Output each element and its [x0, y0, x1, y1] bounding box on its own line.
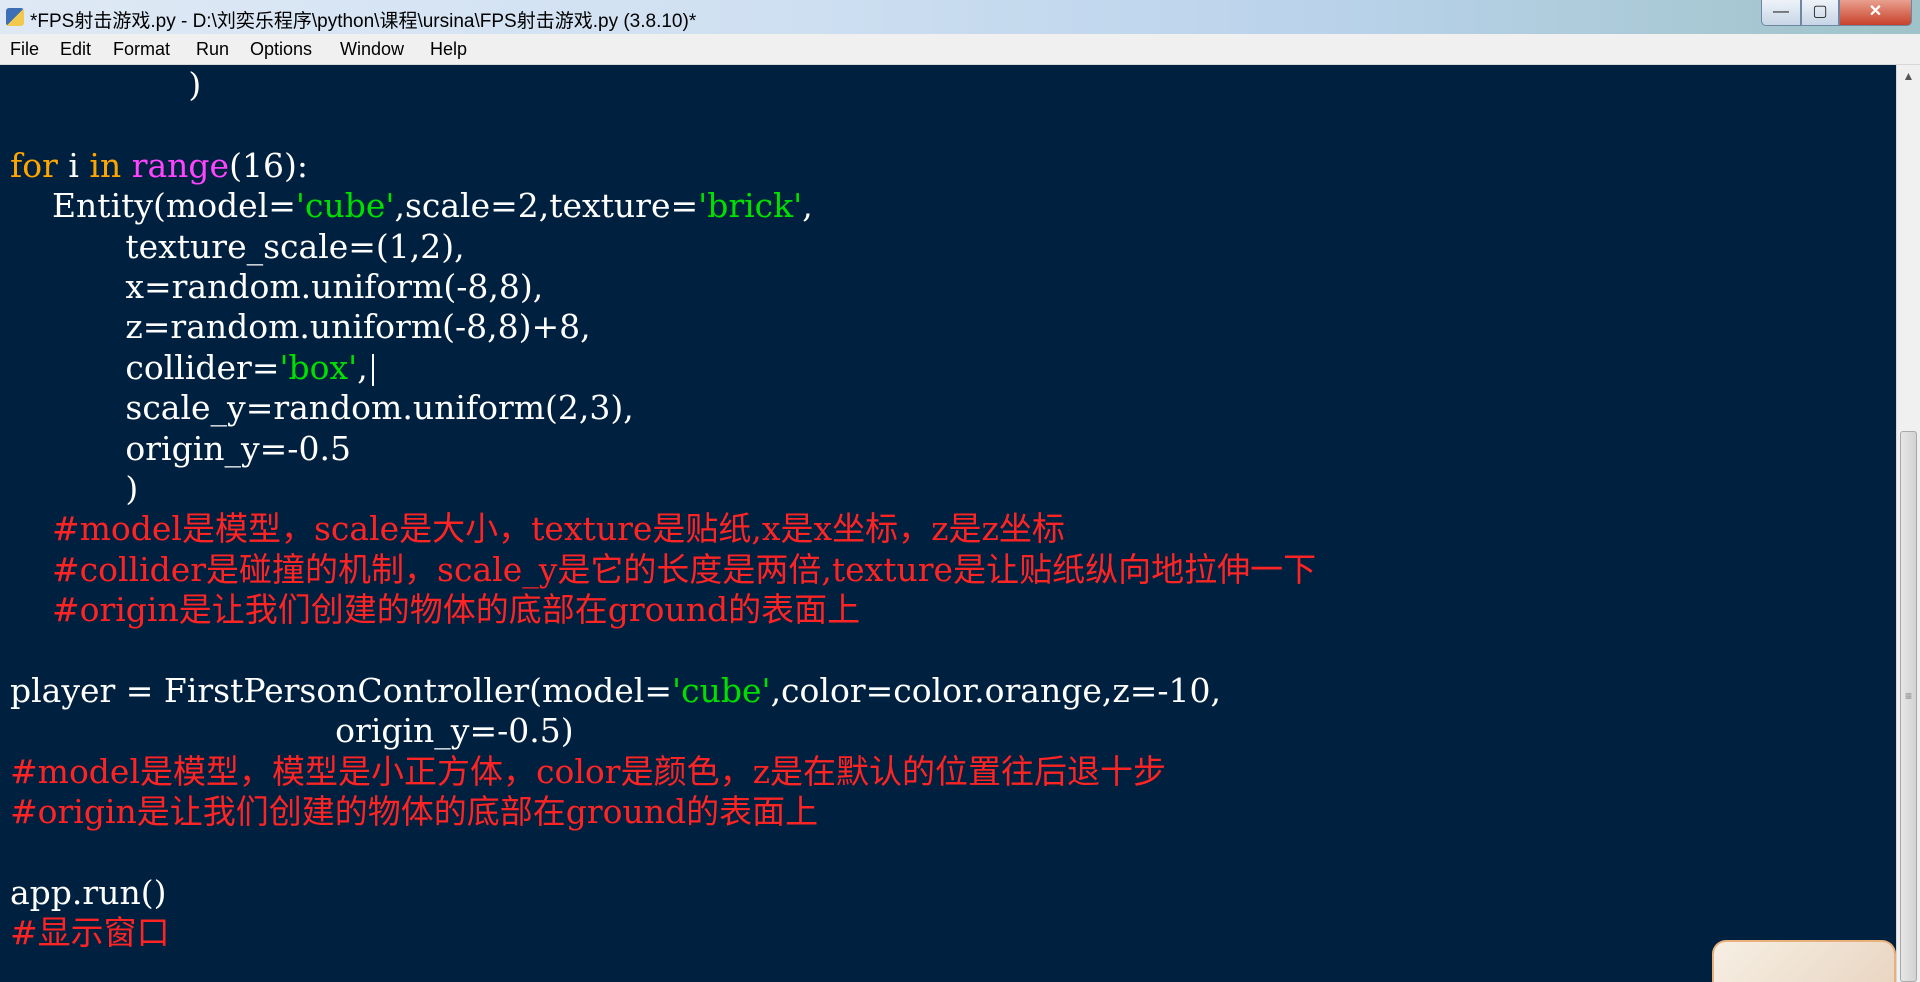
window-title: *FPS射击游戏.py - D:\刘奕乐程序\python\课程\ursina\…: [30, 11, 697, 32]
title-bar: *FPS射击游戏.py - D:\刘奕乐程序\python\课程\ursina\…: [0, 0, 1920, 35]
text-cursor: [371, 353, 374, 386]
code-token: origin_y=-0.5): [10, 711, 574, 751]
floating-widget[interactable]: [1712, 940, 1896, 982]
code-line[interactable]: Entity(model='cube',scale=2,texture='bri…: [10, 186, 813, 226]
python-idle-icon: [6, 8, 24, 26]
code-token: range: [131, 145, 230, 185]
code-line[interactable]: texture_scale=(1,2),: [10, 226, 465, 267]
code-token: x=random.uniform(-8,8),: [10, 267, 544, 306]
code-token: ,scale=2,texture=: [394, 186, 699, 226]
code-token: #collider是碰撞的机制，scale_y是它的长度是两倍,texture是…: [10, 549, 1317, 589]
code-token: for: [10, 145, 58, 185]
code-line[interactable]: for i in range(16):: [10, 146, 308, 186]
code-token: player = FirstPersonController(model=: [10, 671, 673, 710]
menu-bar: File Edit Format Run Options Window Help: [0, 34, 1920, 65]
code-token: ,: [357, 347, 368, 387]
code-token: #model是模型，scale是大小，texture是贴纸,x是x坐标，z是z坐…: [10, 509, 1065, 549]
minimize-button[interactable]: —: [1761, 0, 1801, 26]
menu-run[interactable]: Run: [196, 37, 229, 62]
menu-format[interactable]: Format: [113, 37, 170, 62]
code-line[interactable]: ): [10, 65, 201, 105]
code-token: #origin是让我们创建的物体的底部在ground的表面上: [10, 590, 861, 630]
menu-edit[interactable]: Edit: [60, 37, 91, 62]
code-token: texture_scale=(1,2),: [10, 226, 465, 266]
maximize-button[interactable]: ▢: [1801, 0, 1839, 26]
code-token: #显示窗口: [10, 913, 170, 953]
code-line[interactable]: #model是模型，模型是小正方体，color是颜色，z是在默认的位置往后退十步: [10, 752, 1166, 792]
code-token: #origin是让我们创建的物体的底部在ground的表面上: [10, 792, 819, 832]
code-line[interactable]: collider='box',: [10, 348, 374, 388]
menu-options[interactable]: Options: [250, 37, 312, 62]
code-token: in: [89, 145, 122, 185]
code-token: #model是模型，模型是小正方体，color是颜色，z是在默认的位置往后退十步: [10, 751, 1166, 791]
code-token: 'box': [279, 347, 358, 387]
grip-icon: ≡: [1904, 689, 1912, 703]
close-button[interactable]: ✕: [1839, 0, 1912, 26]
code-token: ): [10, 469, 139, 508]
code-line[interactable]: #collider是碰撞的机制，scale_y是它的长度是两倍,texture是…: [10, 550, 1316, 590]
code-line[interactable]: origin_y=-0.5): [10, 711, 574, 751]
code-token: z=random.uniform(-8,8)+8,: [10, 307, 591, 347]
code-token: app.run(): [10, 873, 167, 912]
code-token: collider=: [10, 347, 280, 387]
menu-help[interactable]: Help: [430, 37, 467, 62]
menu-file[interactable]: File: [10, 37, 39, 62]
code-line[interactable]: #model是模型，scale是大小，texture是贴纸,x是x坐标，z是z坐…: [10, 509, 1065, 549]
code-token: 'cube': [295, 186, 395, 226]
scroll-up-arrow-icon[interactable]: ▲: [1897, 65, 1920, 87]
code-editor[interactable]: ) for i in range(16): Entity(model='cube'…: [0, 65, 1896, 982]
code-token: 'brick': [698, 186, 803, 226]
code-line[interactable]: x=random.uniform(-8,8),: [10, 267, 543, 307]
code-line[interactable]: z=random.uniform(-8,8)+8,: [10, 307, 591, 347]
code-line[interactable]: app.run(): [10, 873, 166, 913]
code-token: ,: [802, 186, 813, 226]
scrollbar-thumb[interactable]: ≡: [1900, 431, 1917, 982]
code-line[interactable]: #origin是让我们创建的物体的底部在ground的表面上: [10, 792, 818, 832]
code-token: origin_y=-0.5: [10, 428, 351, 468]
code-token: 'cube': [672, 671, 771, 710]
code-token: ): [10, 65, 202, 104]
code-line[interactable]: #显示窗口: [10, 913, 170, 953]
code-line[interactable]: #origin是让我们创建的物体的底部在ground的表面上: [10, 590, 860, 630]
vertical-scrollbar[interactable]: ▲ ≡: [1896, 65, 1920, 982]
code-token: scale_y=random.uniform(2,3),: [10, 388, 634, 428]
menu-window[interactable]: Window: [340, 37, 404, 62]
code-line[interactable]: origin_y=-0.5: [10, 429, 351, 469]
code-line[interactable]: scale_y=random.uniform(2,3),: [10, 388, 634, 428]
code-token: i: [57, 145, 90, 185]
code-token: (16):: [229, 145, 308, 185]
code-line[interactable]: ): [10, 469, 138, 509]
code-line[interactable]: player = FirstPersonController(model='cu…: [10, 671, 1221, 711]
code-token: Entity(model=: [10, 186, 296, 226]
code-token: ,color=color.orange,z=-10,: [770, 671, 1222, 710]
